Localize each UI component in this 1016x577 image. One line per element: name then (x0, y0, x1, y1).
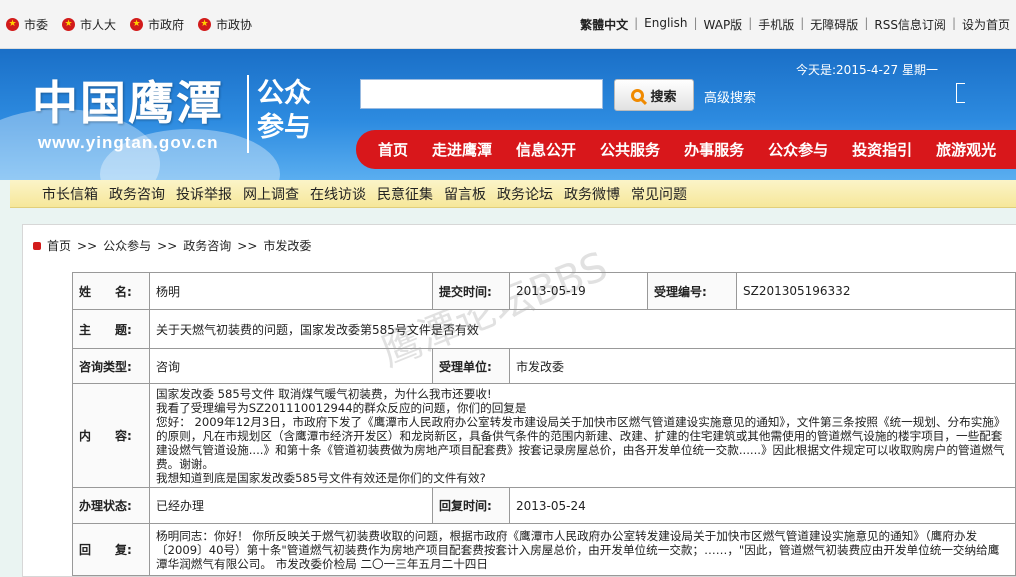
accept-no-value: SZ201305196332 (736, 272, 1016, 310)
search-input[interactable] (360, 79, 603, 109)
subnav-consultation[interactable]: 政务咨询 (109, 184, 165, 204)
subject-value: 关于天燃气初装费的问题，国家发改委第585号文件是否有效 (149, 309, 1016, 349)
breadcrumb-participation[interactable]: 公众参与 (103, 237, 151, 254)
subnav-faq[interactable]: 常见问题 (631, 184, 687, 204)
submit-time-label: 提交时间: (432, 272, 510, 310)
link-party-committee[interactable]: ★ 市委 (6, 16, 48, 33)
emblem-icon: ★ (6, 18, 19, 31)
unit-value: 市发改委 (509, 348, 1016, 384)
table-row: 咨询类型: 咨询 受理单位: 市发改委 (72, 348, 1016, 384)
content-line: 您好： 2009年12月3日，市政府下发了《鹰潭市人民政府办公室转发市建设局关于… (156, 414, 1006, 471)
table-row: 主 题: 关于天燃气初装费的问题，国家发改委第585号文件是否有效 (72, 309, 1016, 349)
search-icon (631, 88, 645, 102)
breadcrumb-separator: >> (157, 238, 178, 253)
top-bar: ★ 市委 ★ 市人大 ★ 市政府 ★ 市政协 繁體中文 | English | WAP版 | … (0, 0, 1016, 49)
home-icon (33, 241, 41, 250)
link-city-government[interactable]: ★ 市政府 (130, 16, 184, 33)
advanced-search-link[interactable]: 高级搜索 (704, 87, 756, 106)
accept-no-label: 受理编号: (647, 272, 737, 310)
content-label: 内 容: (72, 383, 150, 488)
subject-label: 主 题: (72, 309, 150, 349)
main-nav: 首页 走进鹰潭 信息公开 公共服务 办事服务 公众参与 投资指引 旅游观光 (356, 130, 1016, 169)
subnav-weibo[interactable]: 政务微博 (564, 184, 620, 204)
table-row: 内 容: 国家发改委 585号文件 取消煤气暖气初装费，为什么我市还要收! 我看… (72, 383, 1016, 488)
subnav-interview[interactable]: 在线访谈 (310, 184, 366, 204)
link-mobile[interactable]: 手机版 (758, 16, 794, 33)
link-rss[interactable]: RSS信息订阅 (874, 16, 946, 33)
status-label: 办理状态: (72, 487, 150, 524)
name-label: 姓 名: (72, 272, 150, 310)
unit-label: 受理单位: (432, 348, 510, 384)
link-set-homepage[interactable]: 设为首页 (962, 16, 1010, 33)
subnav-forum[interactable]: 政务论坛 (497, 184, 553, 204)
link-wap[interactable]: WAP版 (704, 16, 743, 33)
breadcrumb-separator: >> (77, 238, 98, 253)
link-traditional-chinese[interactable]: 繁體中文 (580, 16, 628, 33)
site-logo-text: 中国鹰潭 (32, 76, 224, 130)
content-line: 我看了受理编号为SZ201110012944的群众反应的问题，你们的回复是 (156, 400, 527, 415)
current-date: 今天是:2015-4-27 星期一 (796, 63, 938, 77)
nav-info-public[interactable]: 信息公开 (516, 139, 576, 160)
link-accessible[interactable]: 无障碍版 (810, 16, 858, 33)
reply-time-value: 2013-05-24 (509, 487, 1016, 524)
emblem-icon: ★ (62, 18, 76, 31)
nav-home[interactable]: 首页 (378, 139, 408, 160)
top-links-right: 繁體中文 | English | WAP版 | 手机版 | 无障碍版 | RSS信息订阅 |… (580, 16, 1010, 33)
subnav-complaint[interactable]: 投诉举报 (176, 184, 232, 204)
menu-toggle[interactable] (956, 83, 965, 103)
content-line: 我想知道到底是国家发改委585号文件有效还是你们的文件有效? (156, 470, 486, 485)
table-row: 姓 名: 杨明 提交时间: 2013-05-19 受理编号: SZ2013051… (72, 272, 1016, 310)
top-links-left: ★ 市委 ★ 市人大 ★ 市政府 ★ 市政协 (6, 16, 252, 33)
search-button[interactable]: 搜索 (614, 79, 694, 111)
breadcrumb-home[interactable]: 首页 (47, 237, 71, 254)
subnav-message-board[interactable]: 留言板 (444, 184, 486, 204)
emblem-icon: ★ (130, 18, 144, 31)
site-url: www.yingtan.gov.cn (38, 133, 219, 152)
reply-value: 杨明同志：你好！ 你所反映关于燃气初装费收取的问题，根据市政府《鹰潭市人民政府办… (149, 523, 1016, 576)
link-peoples-congress[interactable]: ★ 市人大 (62, 16, 116, 33)
breadcrumb-separator: >> (237, 238, 258, 253)
submit-time-value: 2013-05-19 (509, 272, 648, 310)
status-value: 已经办理 (149, 487, 433, 524)
table-row: 回 复: 杨明同志：你好！ 你所反映关于燃气初装费收取的问题，根据市政府《鹰潭市… (72, 523, 1016, 576)
site-header: 中国鹰潭 www.yingtan.gov.cn 公众参与 搜索 高级搜索 今天是… (0, 49, 1016, 180)
type-value: 咨询 (149, 348, 433, 384)
nav-about[interactable]: 走进鹰潭 (432, 139, 492, 160)
nav-affairs-service[interactable]: 办事服务 (684, 139, 744, 160)
breadcrumb-consultation[interactable]: 政务咨询 (183, 237, 231, 254)
link-english[interactable]: English (644, 16, 687, 33)
nav-tourism[interactable]: 旅游观光 (936, 139, 996, 160)
breadcrumb-current[interactable]: 市发改委 (263, 237, 311, 254)
link-cppcc[interactable]: ★ 市政协 (198, 16, 252, 33)
content-line: 国家发改委 585号文件 取消煤气暖气初装费，为什么我市还要收! (156, 386, 492, 401)
type-label: 咨询类型: (72, 348, 150, 384)
reply-label: 回 复: (72, 523, 150, 576)
content-value: 国家发改委 585号文件 取消煤气暖气初装费，为什么我市还要收! 我看了受理编号… (149, 383, 1016, 488)
table-row: 办理状态: 已经办理 回复时间: 2013-05-24 (72, 487, 1016, 524)
subnav-survey[interactable]: 网上调查 (243, 184, 299, 204)
nav-public-service[interactable]: 公共服务 (600, 139, 660, 160)
reply-time-label: 回复时间: (432, 487, 510, 524)
subnav-opinion[interactable]: 民意征集 (377, 184, 433, 204)
record-table: 姓 名: 杨明 提交时间: 2013-05-19 受理编号: SZ2013051… (72, 272, 1016, 576)
section-logo: 公众参与 (257, 78, 311, 143)
subnav-mayor-mailbox[interactable]: 市长信箱 (42, 184, 98, 204)
name-value: 杨明 (149, 272, 433, 310)
nav-investment[interactable]: 投资指引 (852, 139, 912, 160)
logo-divider (247, 75, 249, 153)
breadcrumb: 首页 >> 公众参与 >> 政务咨询 >> 市发改委 (33, 237, 311, 254)
emblem-icon: ★ (198, 18, 212, 31)
sub-nav: 市长信箱 政务咨询 投诉举报 网上调查 在线访谈 民意征集 留言板 政务论坛 政… (10, 180, 1016, 208)
content-panel: 首页 >> 公众参与 >> 政务咨询 >> 市发改委 鹰潭论坛BBS 姓 名: … (22, 224, 1016, 577)
nav-public-participation[interactable]: 公众参与 (768, 139, 828, 160)
